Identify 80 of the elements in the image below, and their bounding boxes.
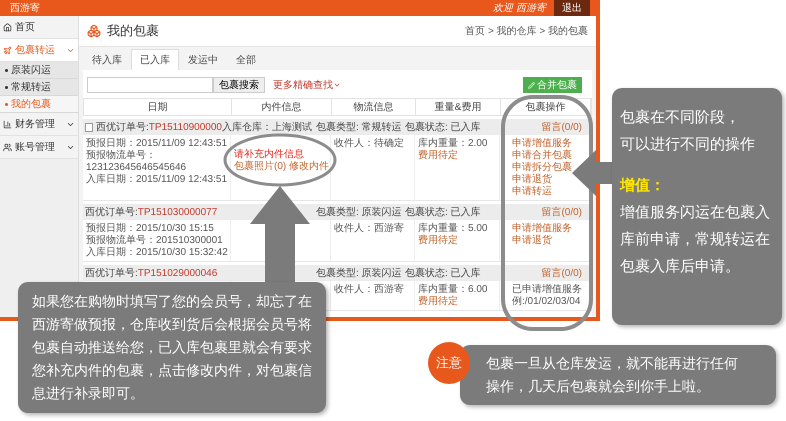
order-number: 西优订单号:TP151030000077 xyxy=(85,206,218,219)
logout-button[interactable]: 退出 xyxy=(554,0,590,16)
callout-text: 可以进行不同的操作 xyxy=(620,135,756,155)
checkbox[interactable] xyxy=(85,122,93,132)
status-text: 例:/01/02/03/04 xyxy=(512,296,580,307)
action-link[interactable]: 申请增值服务 xyxy=(512,223,572,234)
package-type: 包裹类型: 原装闪运 xyxy=(316,266,403,280)
tip-text: 如果您在购物时填写了您的会员号，却忘了在西游寄做预报，仓库收到货后会根据会员号将包裹自动推送给您，已入库包裹里就会有要求您补充内件的包裹，点击修改内件，对包裹信息进行补录即可。 xyxy=(31,292,313,403)
date-info: 预报日期：2015/10/30 15:15 xyxy=(86,223,214,234)
search-button[interactable]: 包裹搜索 xyxy=(213,77,265,93)
action-link[interactable]: 申请拆分包裹 xyxy=(512,162,572,173)
welcome-text: 欢迎 西游寄 xyxy=(493,2,546,15)
recipient-text: 收件人：待确定 xyxy=(334,138,404,149)
sidebar-item[interactable]: 财务管理 xyxy=(0,113,78,136)
fee-text: 费用待定 xyxy=(418,296,458,307)
date-info: 入库日期：2015/11/09 12:43:51 xyxy=(86,174,228,185)
package-status: 包裹状态: 已入库 xyxy=(405,266,482,280)
message-link[interactable]: 留言(0/0) xyxy=(541,120,582,134)
users-icon xyxy=(3,142,12,152)
page-title: 我的包裹 xyxy=(107,22,160,40)
package-status: 包裹状态: 已入库 xyxy=(405,120,482,134)
order-number: 西优订单号:TP15110900000 xyxy=(96,120,222,134)
sidebar-subitem[interactable]: 常规转运 xyxy=(0,79,78,96)
package-type: 包裹类型: 原装闪运 xyxy=(316,206,403,219)
order-number: 西优订单号:TP151029000046 xyxy=(85,266,218,280)
brand-name: 西游寄 xyxy=(10,2,40,15)
status-text: 已申请增值服务 xyxy=(512,284,582,295)
note-text: 包裹一旦从仓库发运，就不能再进行任何操作，几天后包裹就会到你手上啦。 xyxy=(485,354,739,396)
date-info: 123123645646545646 xyxy=(86,162,186,173)
column-header: 包裹操作 xyxy=(501,99,591,115)
date-info: 入库日期：2015/10/30 15:32:42 xyxy=(86,247,228,258)
warehouse-text: 入库仓库：上海测试 xyxy=(222,120,313,134)
action-link[interactable]: 申请增值服务 xyxy=(512,138,572,149)
column-header: 重量&费用 xyxy=(416,99,501,115)
tab[interactable]: 全部 xyxy=(227,49,265,70)
action-link[interactable]: 申请退货 xyxy=(512,235,552,246)
search-field[interactable] xyxy=(87,77,213,93)
action-link[interactable]: 申请转运 xyxy=(512,186,552,197)
sidebar-item[interactable]: 首页 xyxy=(0,16,78,39)
weight-text: 库内重量：2.00 xyxy=(418,138,488,149)
date-info: 预报物流单号： xyxy=(86,150,156,161)
highlight-label: 增值： xyxy=(620,176,666,196)
advanced-search-link[interactable]: 更多精确查找 xyxy=(273,78,341,92)
note-badge: 注意 xyxy=(428,342,470,384)
tab[interactable]: 发运中 xyxy=(179,49,227,70)
message-link[interactable]: 留言(0/0) xyxy=(541,205,582,219)
fee-text: 费用待定 xyxy=(418,150,458,161)
column-header: 物流信息 xyxy=(332,99,416,115)
home-icon xyxy=(3,22,12,32)
pencil-icon xyxy=(528,82,535,88)
callout-text: 包裹在不同阶段， xyxy=(620,108,741,128)
tab[interactable]: 已入库 xyxy=(131,49,179,70)
contents-link[interactable]: 请补充内件信息 xyxy=(234,149,304,160)
recipient-text: 收件人：西游寄 xyxy=(334,284,404,295)
sidebar-item[interactable]: 账号管理 xyxy=(0,136,78,159)
weight-text: 库内重量：5.00 xyxy=(418,223,488,234)
sidebar-subitem[interactable]: 原装闪运 xyxy=(0,62,78,79)
column-header: 内件信息 xyxy=(232,99,332,115)
weight-text: 库内重量：6.00 xyxy=(418,284,488,295)
merge-button[interactable]: 合并包裹 xyxy=(523,77,582,93)
sidebar-item[interactable]: 包裹转运 xyxy=(0,39,78,62)
bar-chart-icon xyxy=(3,120,12,128)
fee-text: 费用待定 xyxy=(418,235,458,246)
action-link[interactable]: 申请退货 xyxy=(512,174,552,185)
message-link[interactable]: 留言(0/0) xyxy=(541,266,582,280)
sidebar-subitem[interactable]: 我的包裹 xyxy=(0,96,78,113)
breadcrumb: 首页 > 我的仓库 > 我的包裹 xyxy=(465,24,588,38)
package-status: 包裹状态: 已入库 xyxy=(405,206,482,219)
callout-text: 增值服务闪运在包裹入库前申请，常规转运在包裹入库后申请。 xyxy=(620,203,771,277)
package-type: 包裹类型: 常规转运 xyxy=(316,120,403,134)
date-info: 预报物流单号：201510300001 xyxy=(86,235,223,246)
column-header: 日期 xyxy=(84,99,232,115)
tab[interactable]: 待入库 xyxy=(83,49,131,70)
contents-link[interactable]: 包裹照片(0) 修改内件 xyxy=(234,161,329,172)
chevron-icon xyxy=(333,81,341,89)
date-info: 预报日期：2015/11/09 12:43:51 xyxy=(86,138,228,149)
action-link[interactable]: 申请合并包裹 xyxy=(512,150,572,161)
recipient-text: 收件人：西游寄 xyxy=(334,223,404,234)
boxes-icon xyxy=(87,24,101,38)
airplane-icon xyxy=(3,46,12,54)
